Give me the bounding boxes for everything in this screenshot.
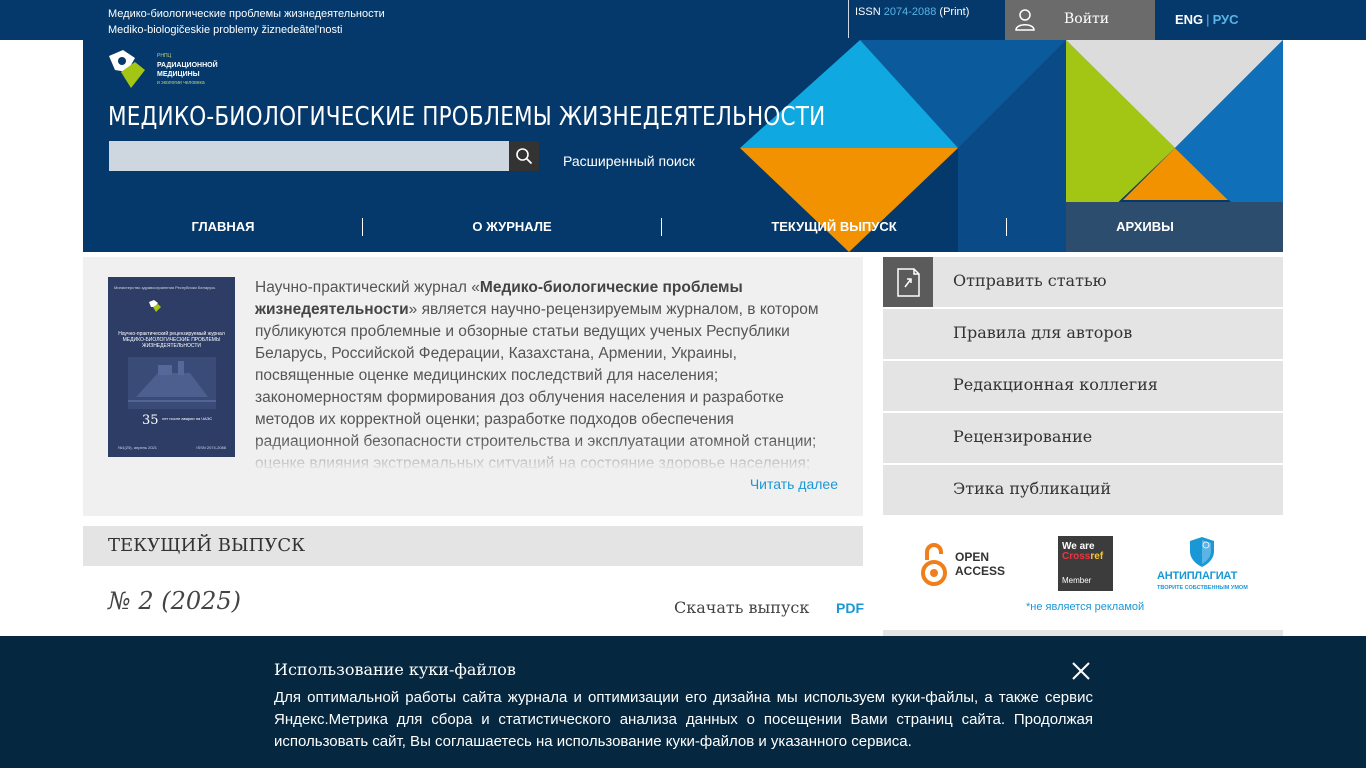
issue-number[interactable]: № 2 (2025) xyxy=(108,587,241,615)
user-icon xyxy=(1015,9,1035,31)
partner-badges: OPEN ACCESS We are Crossref Member АНТИП… xyxy=(883,520,1283,630)
sidebar-item-peer-review[interactable]: Рецензирование xyxy=(883,413,1283,463)
logo-mark-icon xyxy=(109,50,145,88)
cover-logo-icon xyxy=(149,300,161,312)
open-access-badge[interactable]: OPEN ACCESS xyxy=(919,540,1019,590)
journal-name-translit: Mediko-biologičeskie problemy žiznedeâte… xyxy=(108,24,343,36)
crossref-member-badge[interactable]: We are Crossref Member xyxy=(1058,536,1113,591)
cover-title: Научно-практический рецензируемый журнал… xyxy=(118,331,225,349)
login-label: Войти xyxy=(1064,11,1110,27)
login-button[interactable]: Войти xyxy=(1005,0,1155,40)
cover-building-image xyxy=(128,357,216,409)
sidebar-item-author-rules[interactable]: Правила для авторов xyxy=(883,309,1283,359)
download-issue-label: Скачать выпуск xyxy=(674,598,810,617)
download-pdf-link[interactable]: PDF xyxy=(836,600,864,616)
nav-current[interactable]: ТЕКУЩИЙ ВЫПУСК xyxy=(662,202,1006,252)
sidebar-item-ethics[interactable]: Этика публикаций xyxy=(883,465,1283,515)
search-input[interactable] xyxy=(109,141,509,171)
open-lock-icon xyxy=(921,543,947,586)
text-fade xyxy=(255,439,840,471)
logo-text: РНПЦ РАДИАЦИОННОЙ МЕДИЦИНЫ и экологии че… xyxy=(157,53,218,86)
search-button[interactable] xyxy=(509,141,539,171)
journal-names: Медико-биологические проблемы жизнедеяте… xyxy=(108,6,385,38)
sidebar-item-submit[interactable]: Отправить статью xyxy=(883,257,1283,307)
top-bar: Медико-биологические проблемы жизнедеяте… xyxy=(0,0,1366,40)
search-icon xyxy=(516,148,533,165)
sidebar-item-editorial-board[interactable]: Редакционная коллегия xyxy=(883,361,1283,411)
language-switcher: ENG | РУС xyxy=(1175,12,1239,27)
nav-divider xyxy=(1006,218,1007,236)
site-header: РНПЦ РАДИАЦИОННОЙ МЕДИЦИНЫ и экологии че… xyxy=(83,40,1283,252)
shield-icon xyxy=(1190,537,1214,567)
cookie-banner: Использование куки-файлов Для оптимально… xyxy=(0,636,1366,768)
nav-archives[interactable]: АРХИВЫ xyxy=(1066,202,1224,252)
not-advertising-note: *не является рекламой xyxy=(1026,601,1145,613)
current-issue-header: ТЕКУЩИЙ ВЫПУСК xyxy=(83,526,863,566)
lang-ru-link[interactable]: РУС xyxy=(1213,12,1239,27)
site-logo[interactable]: РНПЦ РАДИАЦИОННОЙ МЕДИЦИНЫ и экологии че… xyxy=(105,46,225,94)
antiplagiat-badge[interactable]: АНТИПЛАГИАТ ТВОРИТЕ СОБСТВЕННЫМ УМОМ xyxy=(1155,536,1255,596)
issn-link[interactable]: 2074-2088 xyxy=(884,6,937,18)
site-title[interactable]: МЕДИКО-БИОЛОГИЧЕСКИЕ ПРОБЛЕМЫ ЖИЗНЕДЕЯТЕ… xyxy=(108,102,825,132)
cookie-title: Использование куки-файлов xyxy=(274,660,516,679)
advanced-search-link[interactable]: Расширенный поиск xyxy=(563,153,695,169)
current-issue-heading: ТЕКУЩИЙ ВЫПУСК xyxy=(108,535,306,556)
issn: ISSN 2074-2088 (Print) xyxy=(848,0,969,38)
journal-cover[interactable]: Министерство здравоохранения Республики … xyxy=(108,277,235,457)
document-upload-icon xyxy=(897,268,920,297)
nav-about[interactable]: О ЖУРНАЛЕ xyxy=(363,202,661,252)
read-more-link[interactable]: Читать далее xyxy=(750,476,838,492)
close-icon[interactable] xyxy=(1070,660,1092,682)
submit-article-icon-box xyxy=(883,257,933,307)
cookie-text: Для оптимальной работы сайта журнала и о… xyxy=(274,689,1093,750)
journal-name-ru: Медико-биологические проблемы жизнедеяте… xyxy=(108,8,385,20)
about-section: Министерство здравоохранения Республики … xyxy=(83,257,863,516)
main-nav: ГЛАВНАЯ О ЖУРНАЛЕ ТЕКУЩИЙ ВЫПУСК АРХИВЫ xyxy=(83,202,1283,252)
nav-home[interactable]: ГЛАВНАЯ xyxy=(83,202,363,252)
lang-en-link[interactable]: ENG xyxy=(1175,12,1203,27)
